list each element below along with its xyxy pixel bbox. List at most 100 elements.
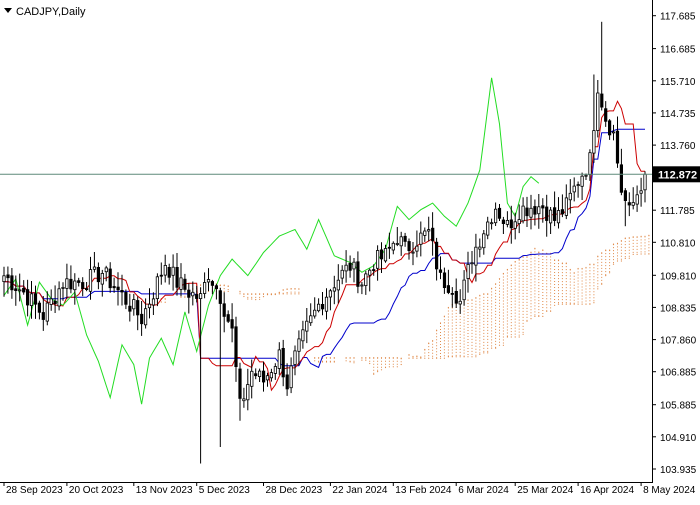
senkou-b-point — [361, 359, 363, 361]
candle-body — [155, 276, 159, 299]
senkou-a-point — [396, 357, 398, 359]
senkou-b-point — [498, 344, 501, 346]
candle-body — [513, 221, 517, 229]
senkou-a-point — [487, 293, 489, 295]
senkou-a-point — [251, 293, 253, 295]
y-tick-label: 116.685 — [660, 45, 696, 56]
candle-body — [427, 229, 431, 232]
candle-body — [639, 190, 643, 194]
candle-body — [210, 281, 214, 286]
senkou-a-point — [200, 284, 202, 286]
senkou-b-point — [416, 357, 418, 359]
senkou-a-point — [443, 315, 445, 317]
senkou-b-point — [542, 315, 544, 317]
candle-body — [399, 236, 403, 247]
senkou-a-point — [561, 262, 564, 264]
candle-body — [33, 293, 38, 305]
candle-body — [395, 243, 399, 245]
candle-body — [301, 329, 305, 342]
candle-body — [143, 308, 148, 326]
senkou-b-point — [648, 253, 650, 255]
candle-body — [379, 249, 384, 260]
candle-body — [631, 202, 635, 206]
candle-body — [234, 326, 238, 367]
senkou-b-point — [160, 301, 162, 303]
senkou-a-point — [620, 240, 623, 242]
senkou-a-point — [605, 249, 607, 251]
senkou-b-point — [636, 253, 638, 255]
candle-body — [584, 174, 588, 177]
senkou-a-point — [538, 251, 540, 253]
candle-body — [466, 263, 470, 279]
candle-body — [289, 365, 293, 389]
candle-body — [580, 175, 584, 187]
y-tick-label: 110.810 — [660, 238, 696, 249]
senkou-b-point — [365, 359, 367, 361]
x-tick-label: 28 Dec 2023 — [266, 485, 323, 496]
senkou-a-point — [416, 355, 418, 357]
senkou-a-point — [314, 357, 316, 359]
senkou-a-point — [648, 234, 650, 236]
candle-body — [61, 286, 65, 289]
senkou-a-point — [219, 284, 221, 286]
candle-body — [470, 262, 474, 265]
candle-body — [151, 298, 156, 306]
candle-body — [195, 294, 199, 299]
candle-body — [340, 269, 344, 279]
senkou-b-point — [369, 362, 371, 365]
senkou-b-point — [432, 357, 434, 359]
y-tick-label: 103.935 — [660, 465, 697, 476]
senkou-a-point — [569, 268, 571, 271]
senkou-b-point — [506, 336, 508, 338]
senkou-a-point — [557, 259, 560, 261]
senkou-a-point — [290, 288, 292, 290]
candle-body — [77, 280, 81, 283]
chart-area: 117.685116.685115.710114.735113.760112.7… — [0, 0, 700, 500]
senkou-a-point — [432, 340, 434, 342]
candle-body — [167, 266, 171, 278]
senkou-b-point — [538, 315, 540, 317]
x-tick-label: 22 Jan 2024 — [332, 485, 387, 496]
senkou-a-point — [345, 357, 347, 359]
senkou-a-point — [349, 357, 351, 359]
candle-body — [112, 286, 116, 289]
senkou-b-point — [644, 253, 646, 255]
candle-body — [372, 269, 376, 272]
senkou-a-point — [467, 299, 469, 301]
senkou-a-point — [530, 251, 532, 253]
candle-body — [560, 209, 565, 215]
x-tick-label: 8 May 2024 — [643, 485, 696, 496]
candle-body — [434, 241, 439, 270]
candle-body — [643, 173, 647, 191]
candle-body — [336, 279, 340, 291]
y-tick-label: 117.685 — [660, 12, 696, 23]
candle-body — [92, 266, 97, 270]
candle-body — [328, 290, 333, 298]
senkou-a-point — [577, 267, 579, 270]
candle-body — [277, 349, 281, 369]
candle-body — [250, 370, 254, 387]
senkou-a-point — [298, 288, 300, 290]
y-tick-label: 115.710 — [660, 77, 696, 88]
senkou-b-point — [585, 303, 587, 305]
senkou-b-point — [526, 320, 528, 322]
senkou-a-point — [329, 357, 331, 359]
candle-body — [627, 202, 631, 206]
candle-body — [316, 303, 321, 312]
senkou-a-point — [447, 306, 449, 309]
candle-body — [10, 275, 14, 291]
senkou-a-point — [624, 237, 626, 239]
candle-body — [175, 266, 179, 288]
candle-body — [218, 290, 222, 304]
senkou-a-point — [542, 249, 544, 251]
senkou-b-point — [612, 263, 615, 265]
candle-body — [265, 375, 270, 381]
candle-body — [202, 282, 207, 294]
senkou-a-point — [632, 236, 634, 238]
symbol-title: CADJPY,Daily — [16, 6, 86, 18]
candle-body — [615, 130, 620, 164]
candle-body — [261, 370, 266, 383]
candle-body — [163, 264, 167, 276]
senkou-b-point — [223, 290, 225, 292]
candle-body — [257, 370, 262, 378]
